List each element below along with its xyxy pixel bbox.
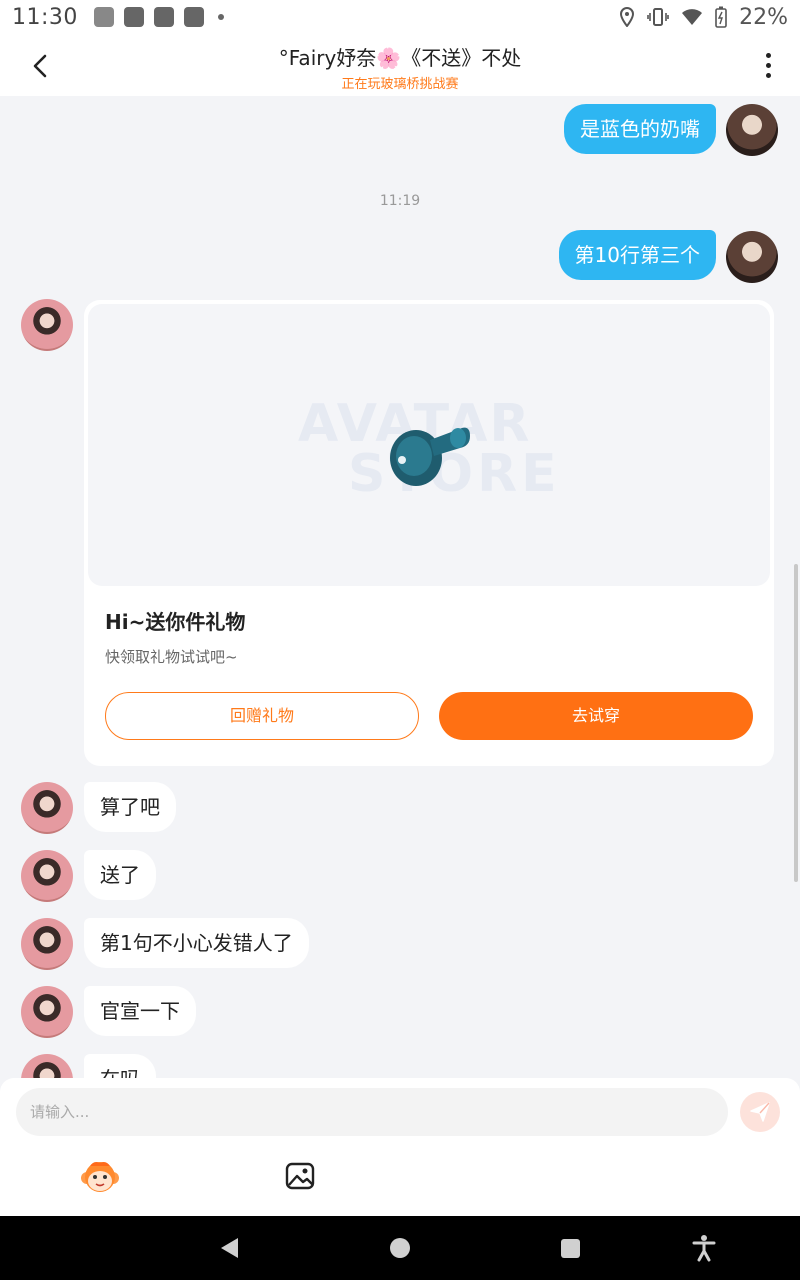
contact-avatar[interactable] xyxy=(21,986,73,1038)
location-icon xyxy=(620,7,635,27)
incoming-message[interactable]: 第1句不小心发错人了 xyxy=(84,918,309,968)
contact-avatar[interactable] xyxy=(21,850,73,902)
chat-message-list[interactable]: 是蓝色的奶嘴 11:19 第10行第三个 AVATAR STORE Hi~送你件… xyxy=(0,96,800,1078)
vibrate-icon xyxy=(647,8,669,26)
outgoing-message[interactable]: 是蓝色的奶嘴 xyxy=(564,104,716,154)
header-center[interactable]: °Fairy妤奈🌸《不送》不处 正在玩玻璃桥挑战赛 xyxy=(140,42,660,92)
app-icon-2 xyxy=(153,7,174,27)
nav-back-icon[interactable] xyxy=(218,1236,240,1260)
send-icon xyxy=(750,1102,770,1122)
timestamp-separator: 11:19 xyxy=(379,193,421,209)
gift-description: 快领取礼物试试吧~ xyxy=(105,648,238,666)
chat-header: °Fairy妤奈🌸《不送》不处 正在玩玻璃桥挑战赛 xyxy=(0,34,800,96)
incoming-message[interactable]: 官宣一下 xyxy=(84,986,196,1036)
battery-percentage: 22% xyxy=(739,4,788,30)
dot-icon xyxy=(217,14,224,20)
back-button[interactable] xyxy=(20,46,60,86)
chat-scrollbar[interactable] xyxy=(794,564,798,882)
gift-image[interactable]: AVATAR STORE xyxy=(88,304,770,586)
more-options-button[interactable] xyxy=(754,48,782,82)
status-time: 11:30 xyxy=(12,4,78,30)
image-picker-icon[interactable] xyxy=(284,1160,316,1192)
contact-avatar[interactable] xyxy=(21,918,73,970)
nav-home-icon[interactable] xyxy=(390,1238,410,1258)
chat-title: °Fairy妤奈🌸《不送》不处 xyxy=(278,46,522,70)
contact-avatar[interactable] xyxy=(21,1054,73,1078)
contact-avatar[interactable] xyxy=(21,299,73,351)
my-avatar[interactable] xyxy=(726,231,778,283)
more-dot-icon xyxy=(765,72,771,78)
chevron-left-icon xyxy=(33,54,47,78)
app-icon-3 xyxy=(183,7,204,27)
send-button[interactable] xyxy=(740,1092,780,1132)
outgoing-message[interactable]: 第10行第三个 xyxy=(558,230,716,280)
incoming-message[interactable]: 在吗 xyxy=(84,1054,156,1078)
system-navigation-bar xyxy=(0,1216,800,1280)
gift-title: Hi~送你件礼物 xyxy=(105,610,246,634)
status-bar: 11:30 22% xyxy=(0,0,800,34)
battery-icon xyxy=(715,6,727,28)
more-dot-icon xyxy=(765,52,771,58)
system-icons: 22% xyxy=(619,5,788,30)
pacifier-icon xyxy=(390,427,470,486)
try-on-button[interactable]: 去试穿 xyxy=(439,692,753,740)
wifi-icon xyxy=(682,9,703,25)
gift-card[interactable]: AVATAR STORE Hi~送你件礼物 快领取礼物试试吧~ 回赠礼物 去试穿 xyxy=(84,300,774,766)
message-composer xyxy=(0,1078,800,1216)
monkey-emoji-icon[interactable] xyxy=(80,1158,120,1194)
accessibility-icon[interactable] xyxy=(692,1234,716,1262)
message-input[interactable] xyxy=(16,1088,728,1136)
contact-avatar[interactable] xyxy=(21,782,73,834)
incoming-message[interactable]: 算了吧 xyxy=(84,782,176,832)
my-avatar[interactable] xyxy=(726,104,778,156)
chat-status-subtitle: 正在玩玻璃桥挑战赛 xyxy=(341,77,459,92)
more-dot-icon xyxy=(765,62,771,68)
return-gift-button[interactable]: 回赠礼物 xyxy=(105,692,419,740)
app-notification-icon xyxy=(93,7,114,27)
notification-icons xyxy=(93,7,224,27)
app-icon xyxy=(123,7,144,27)
incoming-message[interactable]: 送了 xyxy=(84,850,156,900)
nav-recents-icon[interactable] xyxy=(561,1239,580,1258)
